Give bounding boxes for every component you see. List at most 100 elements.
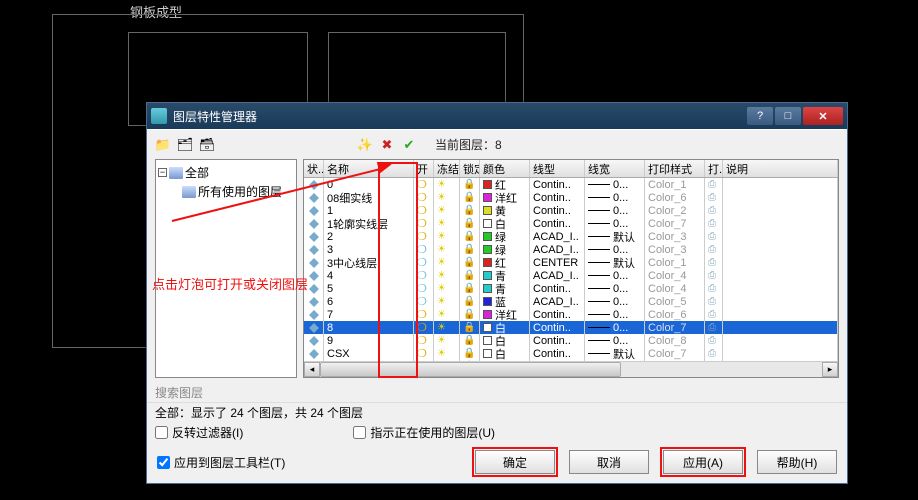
lightbulb-icon[interactable]: ❍: [417, 282, 427, 295]
layer-plotstyle[interactable]: Color_3: [645, 230, 705, 243]
tree-child[interactable]: 所有使用的图层: [158, 182, 294, 201]
apply-to-toolbar-checkbox[interactable]: 应用到图层工具栏(T): [157, 454, 475, 471]
sun-icon[interactable]: ☀: [437, 335, 446, 346]
layer-color[interactable]: 白: [480, 347, 530, 360]
layer-color[interactable]: 红: [480, 256, 530, 269]
lightbulb-icon[interactable]: ❍: [417, 178, 427, 191]
printer-icon[interactable]: ⎙: [708, 205, 716, 216]
layer-desc[interactable]: [723, 308, 838, 321]
tree-root[interactable]: − 全部: [158, 163, 294, 182]
lock-icon[interactable]: 🔒: [463, 205, 475, 216]
layer-row[interactable]: 6❍☀🔒蓝ACAD_I..0...Color_5⎙: [304, 295, 838, 308]
layer-color[interactable]: 红: [480, 178, 530, 191]
layer-lineweight[interactable]: 0...: [585, 321, 645, 334]
ok-button[interactable]: 确定: [475, 450, 555, 474]
sun-icon[interactable]: ☀: [437, 283, 446, 294]
lightbulb-icon[interactable]: ❍: [417, 295, 427, 308]
layer-plotstyle[interactable]: Color_4: [645, 269, 705, 282]
layer-linetype[interactable]: Contin..: [530, 204, 585, 217]
scroll-left-button[interactable]: ◂: [304, 362, 320, 377]
apply-button[interactable]: 应用(A): [663, 450, 743, 474]
layer-desc[interactable]: [723, 256, 838, 269]
layer-row[interactable]: 5❍☀🔒青Contin..0...Color_4⎙: [304, 282, 838, 295]
printer-icon[interactable]: ⎙: [708, 231, 716, 242]
printer-icon[interactable]: ⎙: [708, 192, 716, 203]
layer-lineweight[interactable]: 0...: [585, 282, 645, 295]
sun-icon[interactable]: ☀: [437, 218, 446, 229]
layer-lineweight[interactable]: 0...: [585, 178, 645, 191]
grid-body[interactable]: 0❍☀🔒红Contin..0...Color_1⎙08细实线❍☀🔒洋红Conti…: [304, 178, 838, 361]
sun-icon[interactable]: ☀: [437, 296, 446, 307]
layer-color[interactable]: 蓝: [480, 295, 530, 308]
layer-lineweight[interactable]: 0...: [585, 191, 645, 204]
printer-icon[interactable]: ⎙: [708, 296, 716, 307]
col-name[interactable]: 名称: [324, 160, 414, 177]
printer-icon[interactable]: ⎙: [708, 335, 716, 346]
sun-icon[interactable]: ☀: [437, 192, 446, 203]
lock-icon[interactable]: 🔒: [463, 192, 475, 203]
indicate-in-use-checkbox[interactable]: 指示正在使用的图层(U): [353, 424, 495, 441]
layer-plotstyle[interactable]: Color_6: [645, 191, 705, 204]
scroll-thumb[interactable]: [320, 362, 621, 377]
layer-row[interactable]: 8❍☀🔒白Contin..0...Color_7⎙: [304, 321, 838, 334]
layer-row[interactable]: 3中心线层❍☀🔒红CENTER默认Color_1⎙: [304, 256, 838, 269]
invert-filter-checkbox[interactable]: 反转过滤器(I): [155, 424, 243, 441]
lock-icon[interactable]: 🔒: [463, 179, 475, 190]
layer-desc[interactable]: [723, 178, 838, 191]
layer-linetype[interactable]: ACAD_I..: [530, 230, 585, 243]
lightbulb-icon[interactable]: ❍: [417, 191, 427, 204]
layer-desc[interactable]: [723, 295, 838, 308]
col-color[interactable]: 颜色: [480, 160, 530, 177]
layer-color[interactable]: 青: [480, 269, 530, 282]
layer-plotstyle[interactable]: Color_1: [645, 256, 705, 269]
layer-row[interactable]: 9❍☀🔒白Contin..0...Color_8⎙: [304, 334, 838, 347]
layer-lineweight[interactable]: 0...: [585, 334, 645, 347]
sun-icon[interactable]: ☀: [437, 348, 446, 359]
lock-icon[interactable]: 🔒: [463, 257, 475, 268]
lock-icon[interactable]: 🔒: [463, 231, 475, 242]
sun-icon[interactable]: ☀: [437, 205, 446, 216]
layer-row[interactable]: 7❍☀🔒洋红Contin..0...Color_6⎙: [304, 308, 838, 321]
layer-linetype[interactable]: Contin..: [530, 321, 585, 334]
layer-desc[interactable]: [723, 243, 838, 256]
new-group-filter-icon[interactable]: 🗂: [177, 137, 193, 153]
layer-desc[interactable]: [723, 230, 838, 243]
layer-linetype[interactable]: Contin..: [530, 217, 585, 230]
layer-row[interactable]: 3❍☀🔒绿ACAD_I..0...Color_3⎙: [304, 243, 838, 256]
lightbulb-icon[interactable]: ❍: [417, 217, 427, 230]
layer-lineweight[interactable]: 0...: [585, 308, 645, 321]
col-linetype[interactable]: 线型: [530, 160, 585, 177]
layer-linetype[interactable]: ACAD_I..: [530, 243, 585, 256]
layer-plotstyle[interactable]: Color_5: [645, 295, 705, 308]
sun-icon[interactable]: ☀: [437, 244, 446, 255]
printer-icon[interactable]: ⎙: [708, 283, 716, 294]
cancel-button[interactable]: 取消: [569, 450, 649, 474]
layer-plotstyle[interactable]: Color_7: [645, 217, 705, 230]
layer-plotstyle[interactable]: Color_4: [645, 282, 705, 295]
sun-icon[interactable]: ☀: [437, 231, 446, 242]
lightbulb-icon[interactable]: ❍: [417, 334, 427, 347]
layer-color[interactable]: 青: [480, 282, 530, 295]
grid-header[interactable]: 状.. 名称 开 冻结 锁定 颜色 线型 线宽 打印样式 打.. 说明: [304, 160, 838, 178]
layer-row[interactable]: 0❍☀🔒红Contin..0...Color_1⎙: [304, 178, 838, 191]
search-layer[interactable]: 搜索图层: [147, 382, 847, 402]
layer-color[interactable]: 白: [480, 217, 530, 230]
printer-icon[interactable]: ⎙: [708, 244, 716, 255]
lock-icon[interactable]: 🔒: [463, 244, 475, 255]
lightbulb-icon[interactable]: ❍: [417, 230, 427, 243]
printer-icon[interactable]: ⎙: [708, 309, 716, 320]
set-current-icon[interactable]: ✔: [401, 137, 417, 153]
layer-desc[interactable]: [723, 321, 838, 334]
layer-desc[interactable]: [723, 191, 838, 204]
col-status[interactable]: 状..: [304, 160, 324, 177]
layer-linetype[interactable]: Contin..: [530, 334, 585, 347]
lightbulb-icon[interactable]: ❍: [417, 347, 427, 360]
new-filter-icon[interactable]: 📁: [155, 137, 171, 153]
layer-grid[interactable]: 状.. 名称 开 冻结 锁定 颜色 线型 线宽 打印样式 打.. 说明 0❍☀🔒…: [303, 159, 839, 378]
layer-plotstyle[interactable]: Color_3: [645, 243, 705, 256]
layer-lineweight[interactable]: 0...: [585, 295, 645, 308]
layer-linetype[interactable]: ACAD_I..: [530, 269, 585, 282]
lock-icon[interactable]: 🔒: [463, 348, 475, 359]
layer-desc[interactable]: [723, 269, 838, 282]
printer-icon[interactable]: ⎙: [708, 270, 716, 281]
